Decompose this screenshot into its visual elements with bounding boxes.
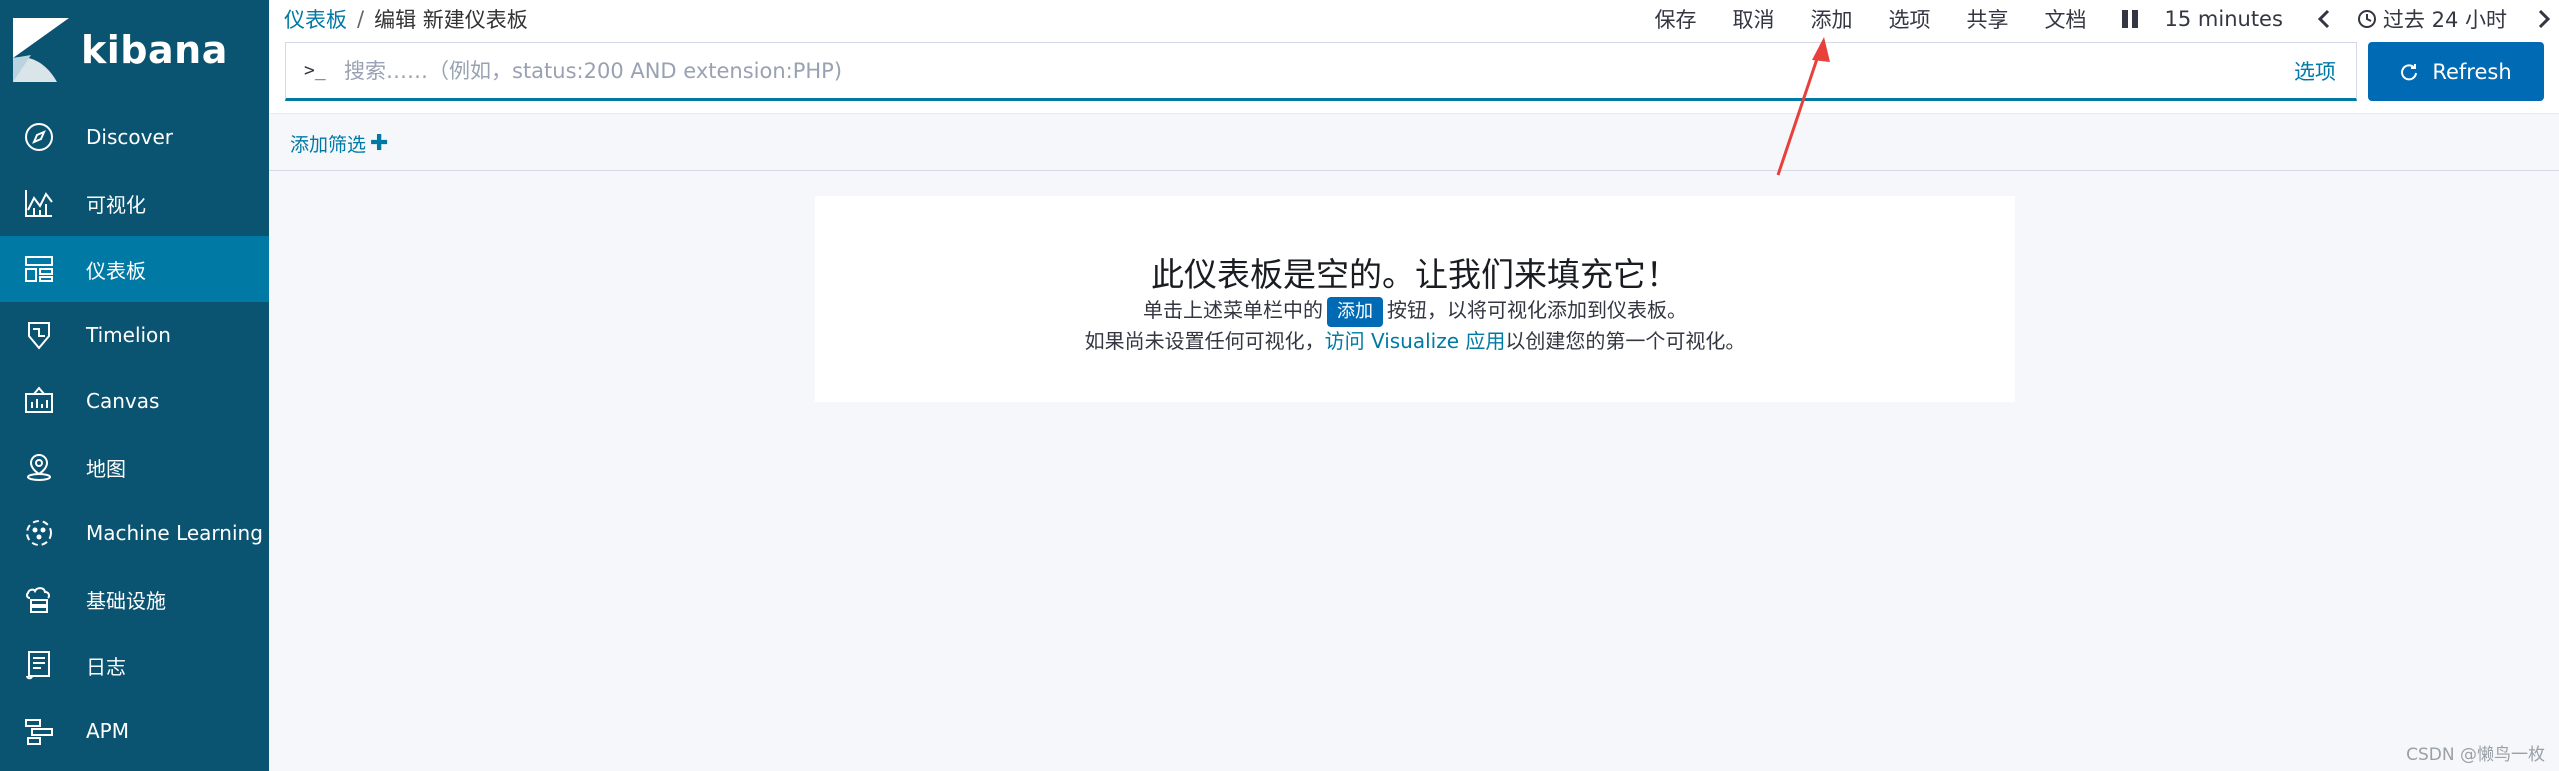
compass-icon <box>22 120 56 154</box>
sidebar-item-dashboard[interactable]: 仪表板 <box>0 236 269 302</box>
infrastructure-icon <box>22 582 56 616</box>
empty-state-line-1-after: 按钮，以将可视化添加到仪表板。 <box>1387 298 1687 322</box>
sidebar-item-label: Discover <box>86 125 173 149</box>
cancel-menu-item[interactable]: 取消 <box>1733 4 1775 34</box>
chart-icon <box>22 186 56 220</box>
refresh-interval[interactable]: 15 minutes <box>2165 7 2283 31</box>
breadcrumb: 仪表板 / 编辑 新建仪表板 <box>284 4 528 34</box>
time-range-label: 过去 24 小时 <box>2382 8 2507 32</box>
query-prompt-icon: >_ <box>304 60 326 81</box>
sidebar-item-infrastructure[interactable]: 基础设施 <box>0 566 269 632</box>
time-range-picker[interactable]: 过去 24 小时 <box>2357 4 2507 34</box>
chevron-left-icon[interactable] <box>2317 9 2331 29</box>
top-bar: 仪表板 / 编辑 新建仪表板 保存 取消 添加 选项 共享 文档 15 minu… <box>269 0 2559 40</box>
visualize-app-link[interactable]: 访问 Visualize 应用 <box>1325 329 1506 353</box>
sidebar-item-apm[interactable]: APM <box>0 698 269 764</box>
sidebar-item-logs[interactable]: 日志 <box>0 632 269 698</box>
plus-icon: ✚ <box>370 131 389 156</box>
pause-icon[interactable] <box>2121 9 2139 29</box>
refresh-icon <box>2401 63 2418 80</box>
sidebar-item-label: 基础设施 <box>86 588 166 613</box>
sidebar-item-label: 仪表板 <box>86 258 146 283</box>
refresh-button-label: Refresh <box>2432 59 2512 84</box>
sidebar: kibana Discover 可视化 仪表板 Timelion Canvas … <box>0 0 269 771</box>
sidebar-item-timelion[interactable]: Timelion <box>0 302 269 368</box>
map-icon <box>22 450 56 484</box>
breadcrumb-current: 编辑 新建仪表板 <box>374 8 528 32</box>
breadcrumb-separator: / <box>357 7 365 31</box>
empty-dashboard-panel: 此仪表板是空的。让我们来填充它！ 单击上述菜单栏中的 添加 按钮，以将可视化添加到仪… <box>815 196 2015 402</box>
search-input[interactable] <box>342 57 2294 84</box>
empty-state-line-2-before: 如果尚未设置任何可视化， <box>1084 329 1325 353</box>
machine-learning-icon <box>22 516 56 550</box>
add-filter-label: 添加筛选 <box>290 134 367 156</box>
kibana-logo-icon <box>13 18 69 82</box>
empty-state-line-2: 如果尚未设置任何可视化，访问 Visualize 应用以创建您的第一个可视化。 <box>815 327 2015 355</box>
empty-state-line-2-after: 以创建您的第一个可视化。 <box>1505 329 1746 353</box>
empty-state-line-1: 单击上述菜单栏中的 添加 按钮，以将可视化添加到仪表板。 <box>815 296 2015 327</box>
chevron-right-icon[interactable] <box>2537 9 2551 29</box>
sidebar-item-label: 地图 <box>86 456 126 481</box>
sidebar-item-canvas[interactable]: Canvas <box>0 368 269 434</box>
kibana-logo-text: kibana <box>81 28 228 72</box>
sidebar-item-label: Timelion <box>86 323 171 347</box>
sidebar-item-label: Canvas <box>86 389 160 413</box>
query-options-link[interactable]: 选项 <box>2294 56 2336 86</box>
sidebar-item-label: Machine Learning <box>86 521 263 545</box>
dashboard-canvas: 此仪表板是空的。让我们来填充它！ 单击上述菜单栏中的 添加 按钮，以将可视化添加到仪… <box>269 171 2559 771</box>
canvas-icon <box>22 384 56 418</box>
apm-icon <box>22 714 56 748</box>
clock-icon <box>2357 10 2376 28</box>
empty-state-title: 此仪表板是空的。让我们来填充它！ <box>1151 255 1679 294</box>
sidebar-item-maps[interactable]: 地图 <box>0 434 269 500</box>
filter-bar: 添加筛选 ✚ <box>269 113 2559 171</box>
top-menu: 保存 取消 添加 选项 共享 文档 15 minutes 过去 24 小时 <box>1655 4 2551 34</box>
inline-add-button[interactable]: 添加 <box>1327 297 1383 327</box>
logs-icon <box>22 648 56 682</box>
options-menu-item[interactable]: 选项 <box>1889 4 1931 34</box>
kibana-logo[interactable]: kibana <box>13 18 253 82</box>
sidebar-item-label: 可视化 <box>86 192 146 217</box>
add-filter-button[interactable]: 添加筛选 ✚ <box>290 130 388 157</box>
docs-menu-item[interactable]: 文档 <box>2045 4 2087 34</box>
save-menu-item[interactable]: 保存 <box>1655 4 1697 34</box>
sidebar-nav: Discover 可视化 仪表板 Timelion Canvas 地图 Mach… <box>0 104 269 764</box>
watermark: CSDN @懒鸟一枚 <box>2406 745 2545 765</box>
refresh-button[interactable]: Refresh <box>2368 42 2544 101</box>
sidebar-item-machine-learning[interactable]: Machine Learning <box>0 500 269 566</box>
timelion-icon <box>22 318 56 352</box>
query-bar: >_ 选项 <box>285 42 2357 101</box>
dashboard-icon <box>22 252 56 286</box>
sidebar-item-label: 日志 <box>86 654 126 679</box>
share-menu-item[interactable]: 共享 <box>1967 4 2009 34</box>
sidebar-item-discover[interactable]: Discover <box>0 104 269 170</box>
sidebar-item-visualize[interactable]: 可视化 <box>0 170 269 236</box>
breadcrumb-dashboard-link[interactable]: 仪表板 <box>284 4 347 34</box>
add-menu-item[interactable]: 添加 <box>1811 4 1853 34</box>
empty-state-line-1-before: 单击上述菜单栏中的 <box>1143 298 1323 322</box>
sidebar-item-label: APM <box>86 719 129 743</box>
